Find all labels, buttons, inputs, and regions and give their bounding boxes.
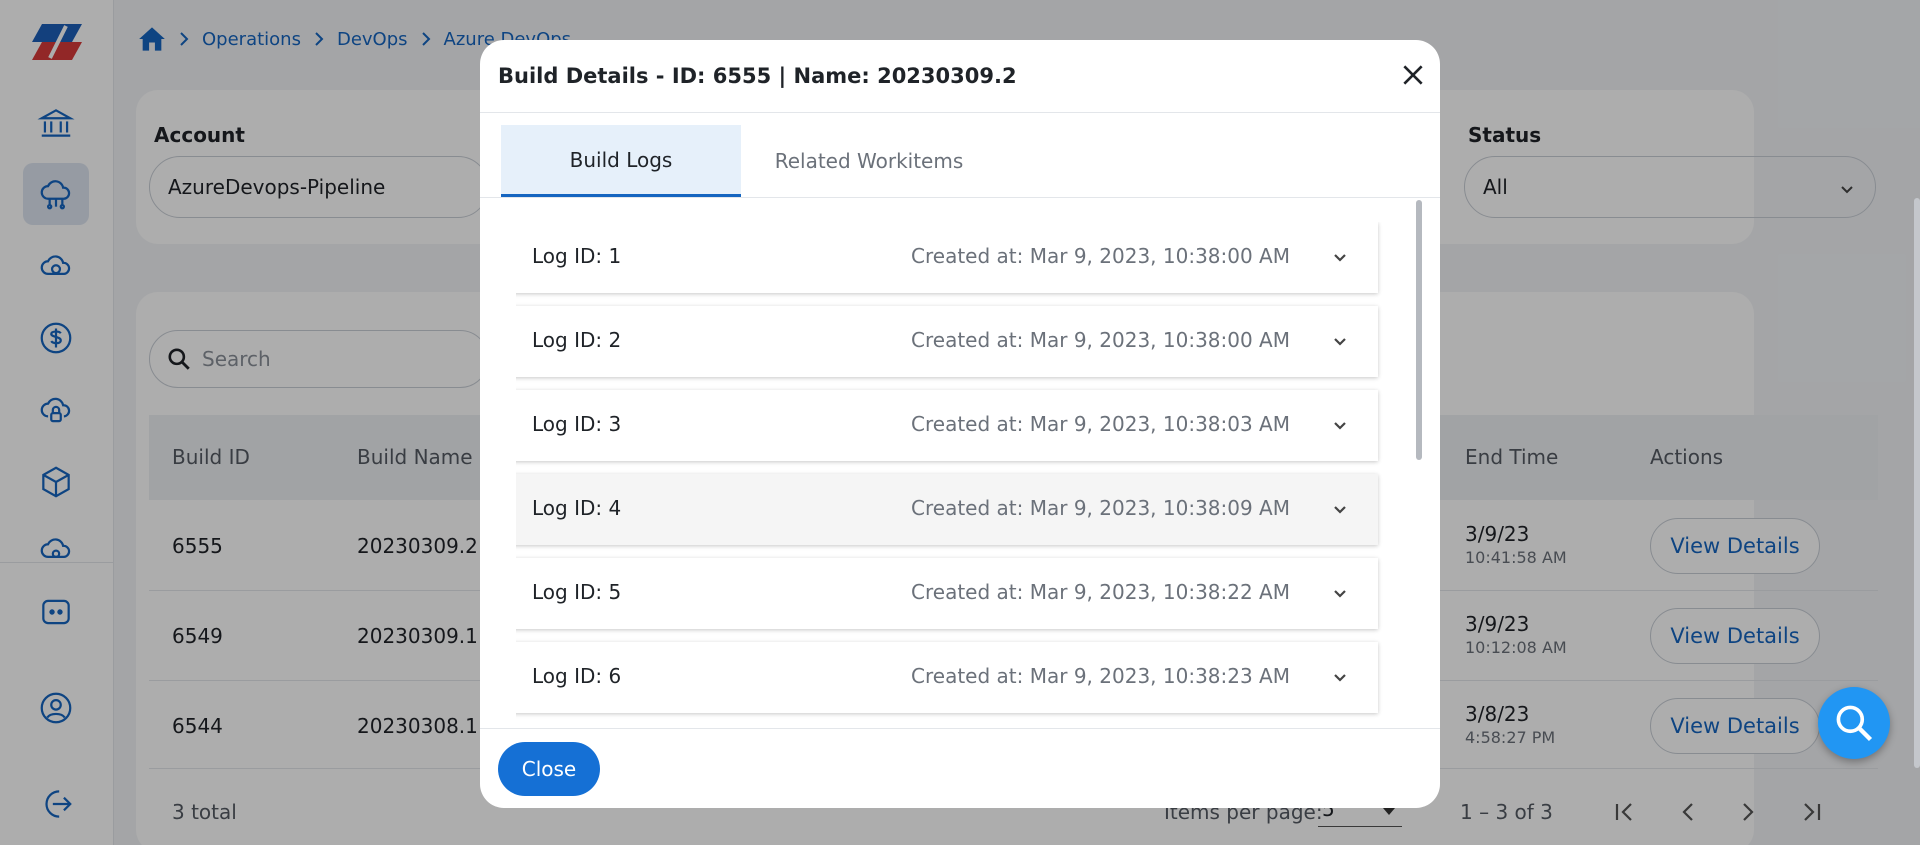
chevron-down-icon[interactable]	[1332, 586, 1348, 606]
log-created-at: Created at: Mar 9, 2023, 10:38:22 AM	[911, 580, 1290, 604]
chevron-down-icon[interactable]	[1332, 250, 1348, 270]
log-item[interactable]: Log ID: 3 Created at: Mar 9, 2023, 10:38…	[516, 390, 1378, 461]
search-icon	[1836, 705, 1873, 742]
log-item[interactable]: Log ID: 6 Created at: Mar 9, 2023, 10:38…	[516, 642, 1378, 713]
build-logs-list: Log ID: 1 Created at: Mar 9, 2023, 10:38…	[516, 222, 1400, 730]
log-created-at: Created at: Mar 9, 2023, 10:38:23 AM	[911, 664, 1290, 688]
modal-header-divider	[480, 112, 1440, 113]
log-id: Log ID: 6	[532, 664, 622, 688]
log-id: Log ID: 2	[532, 328, 622, 352]
chevron-down-icon[interactable]	[1332, 502, 1348, 522]
modal-footer-divider	[480, 728, 1440, 729]
log-item[interactable]: Log ID: 4 Created at: Mar 9, 2023, 10:38…	[516, 474, 1378, 545]
log-id: Log ID: 3	[532, 412, 622, 436]
log-id: Log ID: 5	[532, 580, 622, 604]
chevron-down-icon[interactable]	[1332, 670, 1348, 690]
modal-title: Build Details - ID: 6555 | Name: 2023030…	[498, 64, 1017, 88]
log-created-at: Created at: Mar 9, 2023, 10:38:09 AM	[911, 496, 1290, 520]
log-created-at: Created at: Mar 9, 2023, 10:38:00 AM	[911, 328, 1290, 352]
chevron-down-icon[interactable]	[1332, 334, 1348, 354]
log-item[interactable]: Log ID: 1 Created at: Mar 9, 2023, 10:38…	[516, 222, 1378, 293]
log-id: Log ID: 4	[532, 496, 622, 520]
log-created-at: Created at: Mar 9, 2023, 10:38:03 AM	[911, 412, 1290, 436]
build-details-modal: Build Details - ID: 6555 | Name: 2023030…	[480, 40, 1440, 808]
tabs-divider	[480, 197, 1440, 198]
log-item[interactable]: Log ID: 5 Created at: Mar 9, 2023, 10:38…	[516, 558, 1378, 629]
floating-search-button[interactable]	[1818, 687, 1890, 759]
close-icon	[1403, 65, 1423, 85]
log-item[interactable]: Log ID: 2 Created at: Mar 9, 2023, 10:38…	[516, 306, 1378, 377]
chevron-down-icon[interactable]	[1332, 418, 1348, 438]
modal-close-button[interactable]	[1398, 60, 1428, 90]
log-id: Log ID: 1	[532, 244, 622, 268]
tab-build-logs[interactable]: Build Logs	[501, 125, 741, 197]
tab-related-workitems[interactable]: Related Workitems	[741, 125, 997, 197]
logs-scrollbar[interactable]	[1416, 200, 1422, 460]
page-scrollbar[interactable]	[1914, 198, 1920, 768]
log-created-at: Created at: Mar 9, 2023, 10:38:00 AM	[911, 244, 1290, 268]
close-button[interactable]: Close	[498, 742, 600, 796]
